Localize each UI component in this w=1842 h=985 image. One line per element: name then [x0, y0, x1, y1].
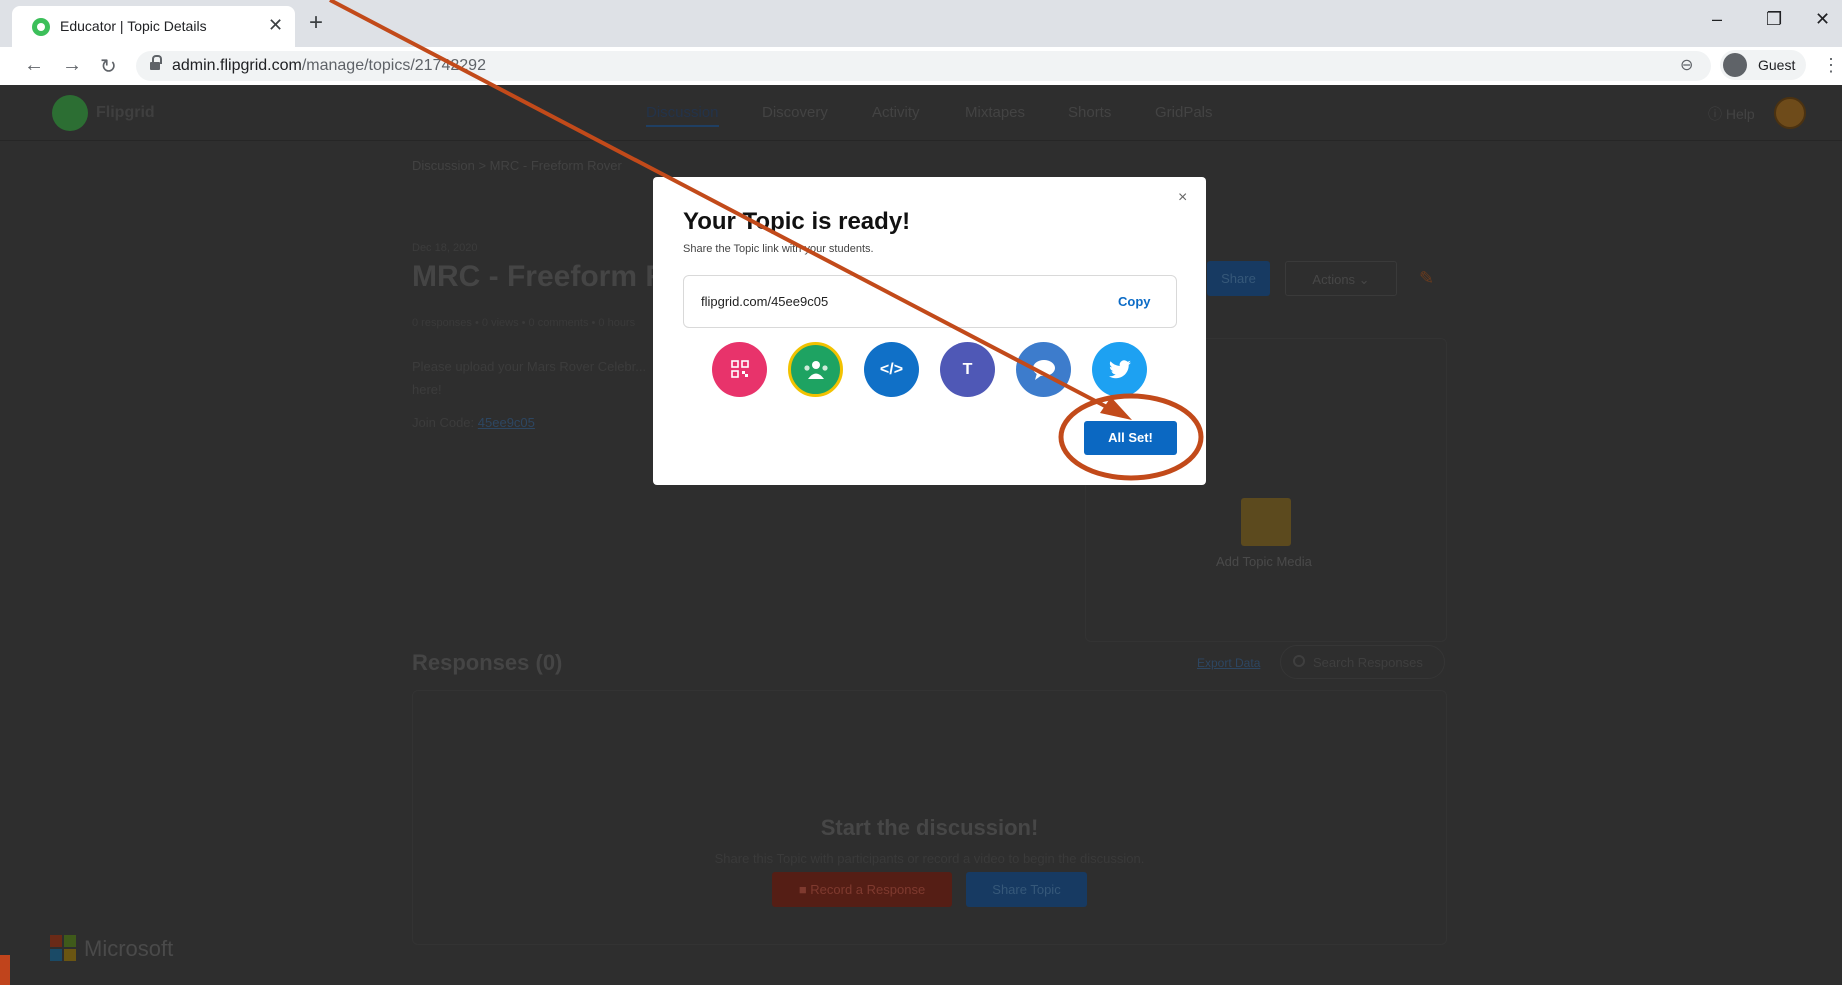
- search-icon: [1293, 655, 1305, 667]
- flipgrid-logo-icon[interactable]: [52, 95, 88, 131]
- topic-link-box: flipgrid.com/45ee9c05 Copy: [683, 275, 1177, 328]
- back-arrow-icon[interactable]: ←: [24, 54, 44, 77]
- search-responses-input[interactable]: Search Responses: [1280, 645, 1445, 679]
- google-classroom-icon[interactable]: [788, 342, 843, 397]
- profile-avatar-icon: [1723, 53, 1747, 77]
- browser-tabstrip: Educator | Topic Details ✕ + – ❐ ✕: [0, 0, 1842, 47]
- empty-subtitle: Share this Topic with participants or re…: [714, 851, 1145, 866]
- empty-title: Start the discussion!: [820, 815, 1039, 840]
- actions-button[interactable]: Actions ⌄: [1285, 261, 1397, 296]
- embed-code-icon[interactable]: </>: [864, 342, 919, 397]
- topic-link-text[interactable]: flipgrid.com/45ee9c05: [701, 294, 828, 309]
- join-code: Join Code: 45ee9c05: [412, 415, 535, 430]
- browser-menu-icon[interactable]: ⋮: [1822, 55, 1840, 76]
- topic-stats: 0 responses • 0 views • 0 comments • 0 h…: [412, 317, 636, 329]
- qr-code-icon[interactable]: [712, 342, 767, 397]
- brand-name: Flipgrid: [96, 104, 155, 121]
- corner-accent: [0, 955, 10, 985]
- nav-mixtapes[interactable]: Mixtapes: [965, 104, 1025, 121]
- twitter-icon[interactable]: [1092, 342, 1147, 397]
- microsoft-wordmark: Microsoft: [84, 936, 174, 961]
- breadcrumb[interactable]: Discussion > MRC - Freeform Rover: [412, 158, 622, 173]
- nav-activity[interactable]: Activity: [872, 104, 920, 121]
- new-tab-button[interactable]: +: [309, 9, 323, 37]
- tab-title: Educator | Topic Details: [60, 18, 207, 34]
- media-placeholder-icon: [1241, 498, 1291, 546]
- share-button[interactable]: Share: [1207, 261, 1270, 296]
- minimize-button[interactable]: –: [1712, 9, 1722, 30]
- tab-close-icon[interactable]: ✕: [268, 15, 283, 36]
- help-link[interactable]: ⓘ Help: [1708, 104, 1755, 124]
- flipgrid-favicon-icon: [32, 18, 50, 36]
- remind-icon[interactable]: [1016, 342, 1071, 397]
- nav-shorts[interactable]: Shorts: [1068, 104, 1111, 121]
- forward-arrow-icon[interactable]: →: [62, 54, 82, 77]
- nav-gridpals[interactable]: GridPals: [1155, 104, 1213, 121]
- topic-ready-modal: × Your Topic is ready! Share the Topic l…: [653, 177, 1206, 485]
- record-response-button[interactable]: ■ Record a Response: [772, 872, 952, 907]
- address-bar[interactable]: admin.flipgrid.com/manage/topics/2174229…: [136, 51, 1711, 81]
- user-avatar[interactable]: [1774, 97, 1806, 129]
- copy-button[interactable]: Copy: [1118, 294, 1151, 309]
- modal-close-icon[interactable]: ×: [1178, 189, 1187, 207]
- responses-title: Responses (0): [412, 650, 563, 675]
- profile-button[interactable]: Guest: [1720, 50, 1806, 80]
- nav-discovery[interactable]: Discovery: [762, 104, 828, 121]
- reload-icon[interactable]: ↻: [100, 54, 117, 79]
- export-data-link[interactable]: Export Data: [1197, 656, 1260, 670]
- search-placeholder: Search Responses: [1313, 655, 1423, 670]
- app-header: Flipgrid Discussion Discovery Activity M…: [0, 85, 1842, 141]
- browser-toolbar: ← → ↻ admin.flipgrid.com/manage/topics/2…: [0, 47, 1842, 85]
- lock-icon: [150, 55, 162, 71]
- share-topic-button[interactable]: Share Topic: [966, 872, 1087, 907]
- topic-date: Dec 18, 2020: [412, 242, 478, 254]
- restore-button[interactable]: ❐: [1766, 9, 1782, 30]
- modal-subtitle: Share the Topic link with your students.: [683, 243, 874, 255]
- url-text: admin.flipgrid.com/manage/topics/2174229…: [172, 57, 486, 74]
- join-code-link[interactable]: 45ee9c05: [478, 415, 535, 430]
- modal-title: Your Topic is ready!: [683, 208, 911, 235]
- browser-tab[interactable]: Educator | Topic Details ✕: [12, 6, 295, 47]
- all-set-button[interactable]: All Set!: [1084, 421, 1177, 455]
- profile-label: Guest: [1758, 57, 1796, 73]
- topic-prompt: Please upload your Mars Rover Celebr... …: [412, 359, 647, 397]
- nav-discussion[interactable]: Discussion: [646, 104, 719, 127]
- pencil-icon[interactable]: ✎: [1419, 268, 1441, 290]
- microsoft-logo-icon: [50, 935, 76, 961]
- topic-title: MRC - Freeform R: [412, 260, 668, 293]
- microsoft-teams-icon[interactable]: T: [940, 342, 995, 397]
- add-topic-media-label: Add Topic Media: [1216, 554, 1312, 569]
- close-window-button[interactable]: ✕: [1815, 9, 1830, 30]
- zoom-icon[interactable]: ⊖: [1680, 55, 1693, 75]
